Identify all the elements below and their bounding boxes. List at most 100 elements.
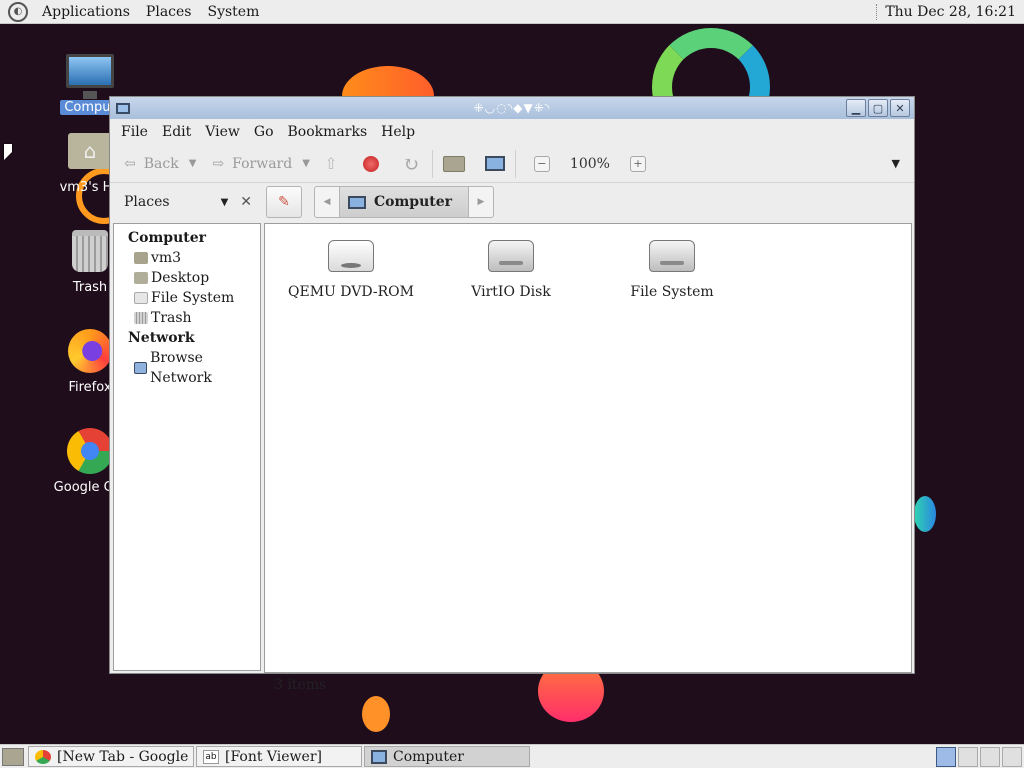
zoom-level[interactable]: 100% <box>570 156 610 172</box>
file-item-label: File System <box>630 284 714 300</box>
tree-group-network[interactable]: Network <box>128 328 260 348</box>
forward-button[interactable]: ⇨ Forward <box>206 148 298 180</box>
file-manager-window: ⁜◡◌◝◆▼⁜◝ ▁ ▢ ✕ File Edit View Go Bookmar… <box>109 96 915 693</box>
sidebar-item-browse-network[interactable]: Browse Network <box>128 348 260 388</box>
breadcrumb-right-arrow-icon[interactable]: ▶ <box>469 187 493 217</box>
taskbar-item-computer[interactable]: Computer <box>364 746 530 767</box>
chrome-icon <box>35 749 51 764</box>
sidebar-item-label: Trash <box>151 310 192 326</box>
filesystem-icon <box>134 292 148 304</box>
file-item-virtio-disk[interactable]: VirtIO Disk <box>431 240 591 300</box>
file-item-label: QEMU DVD-ROM <box>288 284 414 300</box>
menu-file[interactable]: File <box>114 124 155 140</box>
sidebar: Places ▼ ✕ Computer vm3 Desktop File Sys… <box>110 183 262 673</box>
workspace-3[interactable] <box>980 746 1000 767</box>
computer-icon <box>371 749 387 764</box>
forward-label: Forward <box>232 155 293 172</box>
breadcrumb-label: Computer <box>374 194 453 210</box>
sidebar-item-trash[interactable]: Trash <box>128 308 260 328</box>
zoom-out-button[interactable]: − <box>533 155 550 172</box>
window-title: ⁜◡◌◝◆▼⁜◝ <box>473 101 551 115</box>
menu-applications[interactable]: Applications <box>34 4 138 20</box>
home-folder-icon[interactable] <box>442 155 465 172</box>
sidebar-close-button[interactable]: ✕ <box>240 194 252 210</box>
sidebar-item-label: File System <box>151 290 235 306</box>
location-bar: ✎ ◀ Computer ▶ <box>262 183 914 221</box>
desktop-icon-label: Trash <box>72 280 108 295</box>
sidebar-item-label: Desktop <box>151 270 210 286</box>
file-item-file-system[interactable]: File System <box>592 240 752 300</box>
home-folder-icon: ⌂ <box>68 133 112 169</box>
taskbar-item-label: Computer <box>393 748 464 765</box>
wallpaper-orange-dot <box>362 696 390 732</box>
file-view[interactable]: QEMU DVD-ROM VirtIO Disk File System <box>264 223 912 673</box>
show-desktop-button[interactable] <box>2 747 24 766</box>
pencil-icon: ✎ <box>278 194 290 210</box>
taskbar-item-font-viewer[interactable]: ab [Font Viewer] <box>196 746 362 767</box>
back-history-dropdown[interactable]: ▼ <box>189 158 197 169</box>
forward-history-dropdown[interactable]: ▼ <box>302 158 310 169</box>
distro-logo-icon[interactable]: ◐ <box>8 1 28 22</box>
forward-arrow-icon: ⇨ <box>212 155 225 172</box>
workspace-2[interactable] <box>958 746 978 767</box>
menu-view[interactable]: View <box>198 124 247 140</box>
reload-icon[interactable]: ↻ <box>400 152 422 176</box>
wallpaper-blue-shape <box>914 496 936 532</box>
home-folder-icon <box>134 252 148 264</box>
status-bar: 3 items <box>262 673 914 697</box>
sidebar-item-desktop[interactable]: Desktop <box>128 268 260 288</box>
trash-icon <box>72 230 108 272</box>
clock[interactable]: Thu Dec 28, 16:21 <box>876 3 1020 20</box>
main-pane: ✎ ◀ Computer ▶ QEMU DVD-ROM VirtIO Disk … <box>262 183 914 673</box>
workspace-4[interactable] <box>1002 746 1022 767</box>
status-text: 3 items <box>274 677 327 693</box>
places-tree: Computer vm3 Desktop File System Trash N… <box>113 223 261 671</box>
sidebar-item-label: Browse Network <box>150 350 212 386</box>
toolbar-separator <box>431 149 433 178</box>
computer-icon <box>348 195 366 209</box>
menu-system[interactable]: System <box>199 4 267 20</box>
taskbar-item-label: [Font Viewer] <box>225 748 322 765</box>
stop-icon[interactable] <box>362 155 379 172</box>
chrome-icon <box>67 428 113 474</box>
menu-bookmarks[interactable]: Bookmarks <box>281 124 375 140</box>
font-viewer-icon: ab <box>203 749 219 764</box>
sidebar-header: Places ▼ ✕ <box>110 183 262 221</box>
edit-location-button[interactable]: ✎ <box>266 186 302 218</box>
dvd-drive-icon <box>328 240 374 272</box>
menu-help[interactable]: Help <box>374 124 422 140</box>
computer-icon <box>66 54 114 99</box>
breadcrumb-computer[interactable]: Computer <box>339 187 470 217</box>
menu-go[interactable]: Go <box>247 124 281 140</box>
back-arrow-icon: ⇦ <box>124 155 136 172</box>
mouse-pointer-icon <box>4 144 12 160</box>
back-label: Back <box>143 155 179 172</box>
menu-edit[interactable]: Edit <box>155 124 198 140</box>
toolbar: ⇦ Back ▼ ⇨ Forward ▼ ⇧ ↻ − 100% + ▼ <box>110 145 914 183</box>
toolbar-overflow-dropdown[interactable]: ▼ <box>892 157 900 170</box>
taskbar-item-label: [New Tab - Google ... <box>57 748 194 765</box>
top-menu: ◐ Applications Places System <box>0 0 267 24</box>
computer-icon[interactable] <box>484 156 505 171</box>
tree-group-computer[interactable]: Computer <box>128 228 260 248</box>
menu-places[interactable]: Places <box>138 4 200 20</box>
menubar: File Edit View Go Bookmarks Help <box>110 119 914 145</box>
breadcrumb-left-arrow-icon[interactable]: ◀ <box>315 187 339 217</box>
file-item-dvd[interactable]: QEMU DVD-ROM <box>271 240 431 300</box>
sidebar-mode-dropdown[interactable]: ▼ <box>221 197 229 208</box>
filesystem-drive-icon <box>649 240 695 272</box>
desktop-folder-icon <box>134 272 148 284</box>
zoom-in-button[interactable]: + <box>629 155 646 172</box>
file-item-label: VirtIO Disk <box>471 284 551 300</box>
top-panel: ◐ Applications Places System Thu Dec 28,… <box>0 0 1024 24</box>
sidebar-item-vm3[interactable]: vm3 <box>128 248 260 268</box>
workspace-switcher <box>936 746 1022 767</box>
window-titlebar[interactable]: ⁜◡◌◝◆▼⁜◝ ▁ ▢ ✕ <box>110 97 914 119</box>
workspace-1[interactable] <box>936 746 956 767</box>
sidebar-item-file-system[interactable]: File System <box>128 288 260 308</box>
taskbar-item-chrome[interactable]: [New Tab - Google ... <box>28 746 194 767</box>
network-icon <box>134 362 148 374</box>
sidebar-item-label: vm3 <box>151 250 182 266</box>
back-button[interactable]: ⇦ Back <box>118 148 185 180</box>
up-arrow-icon[interactable]: ⇧ <box>320 153 342 175</box>
